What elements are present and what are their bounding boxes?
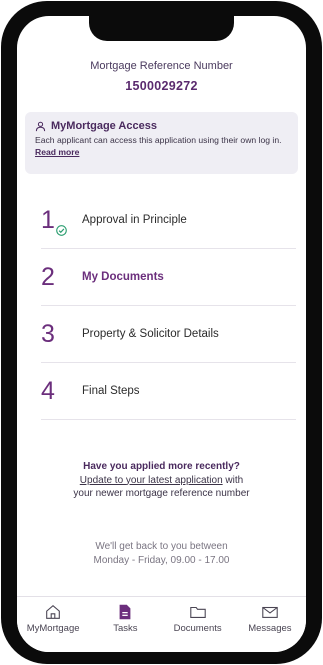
step-my-documents[interactable]: 2 My Documents <box>41 249 296 306</box>
help-line-3: your newer mortgage reference number <box>73 488 250 499</box>
app-screen: Mortgage Reference Number 1500029272 MyM… <box>17 16 306 652</box>
folder-icon <box>189 606 206 618</box>
tab-mymortgage[interactable]: MyMortgage <box>18 603 88 652</box>
contact-hours: We'll get back to you between Monday - F… <box>17 540 306 567</box>
update-application-link[interactable]: Update to your latest application <box>80 475 223 486</box>
reference-label: Mortgage Reference Number <box>90 60 233 72</box>
help-line: Update to your latest application with <box>17 474 306 488</box>
phone-frame: Mortgage Reference Number 1500029272 MyM… <box>1 1 322 664</box>
step-number: 3 <box>41 319 55 348</box>
step-approval-in-principle[interactable]: 1 Approval in Principle <box>41 192 296 249</box>
tab-label: Tasks <box>113 623 138 634</box>
task-steps-list: 1 Approval in Principle 2 My Documents 3… <box>41 192 296 420</box>
access-title-text: MyMortgage Access <box>51 120 157 132</box>
hours-line-2: Monday - Friday, 09.00 - 17.00 <box>93 554 230 566</box>
help-link-suffix: with <box>222 474 244 486</box>
tab-label: Messages <box>248 623 292 634</box>
tab-label: Documents <box>173 623 222 634</box>
tab-tasks[interactable]: Tasks <box>90 603 160 652</box>
step-final-steps[interactable]: 4 Final Steps <box>41 363 296 420</box>
home-icon <box>46 604 60 619</box>
step-number: 2 <box>41 262 55 291</box>
user-icon <box>35 121 46 131</box>
step-property-solicitor-details[interactable]: 3 Property & Solicitor Details <box>41 306 296 363</box>
tab-documents[interactable]: Documents <box>163 603 233 652</box>
reference-number: 1500029272 <box>125 79 198 93</box>
step-label: Approval in Principle <box>82 214 187 226</box>
step-label: Property & Solicitor Details <box>82 328 219 340</box>
access-description-text: Each applicant can access this applicati… <box>35 135 282 145</box>
hours-line-1: We'll get back to you between <box>95 541 228 552</box>
bottom-tab-bar: MyMortgage Tasks Documents Messages <box>17 596 306 652</box>
recent-application-help: Have you applied more recently? Update t… <box>17 460 306 501</box>
access-info-box: MyMortgage Access Each applicant can acc… <box>25 112 298 174</box>
document-icon <box>119 604 131 620</box>
read-more-link[interactable]: Read more <box>35 147 79 157</box>
tab-label: MyMortgage <box>26 623 80 634</box>
tab-messages[interactable]: Messages <box>235 603 305 652</box>
phone-notch <box>89 16 234 41</box>
check-circle-icon <box>56 225 67 236</box>
mail-icon <box>262 606 278 618</box>
step-label: My Documents <box>82 271 164 283</box>
access-title: MyMortgage Access <box>35 120 288 132</box>
step-label: Final Steps <box>82 385 140 397</box>
help-question: Have you applied more recently? <box>83 461 240 472</box>
access-description: Each applicant can access this applicati… <box>35 135 288 158</box>
step-number: 4 <box>41 376 55 405</box>
